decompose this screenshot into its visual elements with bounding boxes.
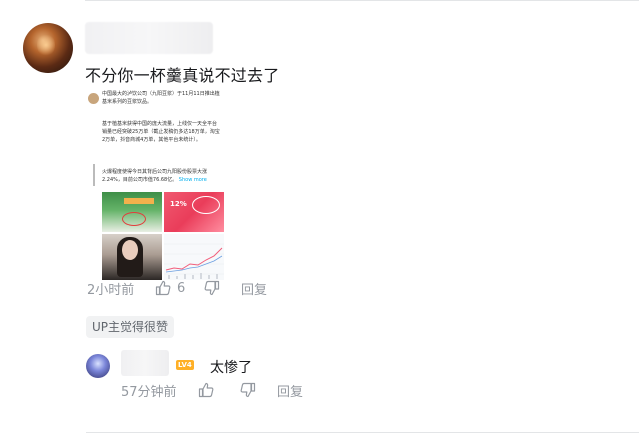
commenter-avatar[interactable] xyxy=(23,23,73,73)
quote-bar xyxy=(93,164,95,186)
grid-thumb-stock-chart xyxy=(164,234,224,280)
mini-avatar xyxy=(88,93,99,104)
commenter-name-blurred[interactable] xyxy=(85,22,213,54)
thumbs-down-icon xyxy=(240,382,256,398)
up-liked-badge: UP主觉得很赞 xyxy=(86,316,175,338)
reply-reply-button[interactable]: 回复 xyxy=(277,381,303,400)
reply-avatar[interactable] xyxy=(86,354,110,378)
level-badge: LV4 xyxy=(176,360,194,370)
grid-thumb-promo: 12% xyxy=(164,192,224,232)
reply-dislike-button[interactable] xyxy=(240,382,256,398)
image-paragraph-3: 火爆程度使得今日其背后公司九阳股份股票大涨2.24%，目前公司市值76.68亿。… xyxy=(102,169,208,183)
like-count: 6 xyxy=(177,280,186,296)
show-more-link: Show more xyxy=(178,177,207,183)
comment-attached-image[interactable]: 中国最大的泸饮公司（九阳豆浆）于11月11日推出植基米系列的豆浆饮品。 基于植基… xyxy=(86,86,226,280)
comment-text: 不分你一杯羹真说不过去了 xyxy=(85,66,280,85)
grid-thumb-product xyxy=(102,192,162,232)
thumbs-up-icon xyxy=(198,382,214,398)
dislike-button[interactable] xyxy=(204,280,220,296)
thumbs-up-icon xyxy=(155,280,171,296)
image-paragraph-1: 中国最大的泸饮公司（九阳豆浆）于11月11日推出植基米系列的豆浆饮品。 xyxy=(102,91,220,105)
reply-name-blurred[interactable] xyxy=(121,350,169,376)
promo-percent: 12% xyxy=(170,200,187,208)
reply-time: 57分钟前 xyxy=(121,384,177,400)
comment-time: 2小时前 xyxy=(87,282,135,298)
divider-top xyxy=(85,0,639,1)
thumbs-down-icon xyxy=(204,280,220,296)
reply-text: 太惨了 xyxy=(210,360,252,376)
reply-button[interactable]: 回复 xyxy=(241,279,267,298)
reply-like-button[interactable] xyxy=(198,382,214,398)
like-button[interactable]: 6 xyxy=(155,280,185,296)
grid-thumb-person xyxy=(102,234,162,280)
image-paragraph-2: 基于植基米获得中国的庞大流量，上线仅一天全平台销量已经突破25万单（截止发稿仍多… xyxy=(102,121,220,143)
divider-bottom xyxy=(86,432,639,433)
image-grid: 12% xyxy=(102,192,226,280)
